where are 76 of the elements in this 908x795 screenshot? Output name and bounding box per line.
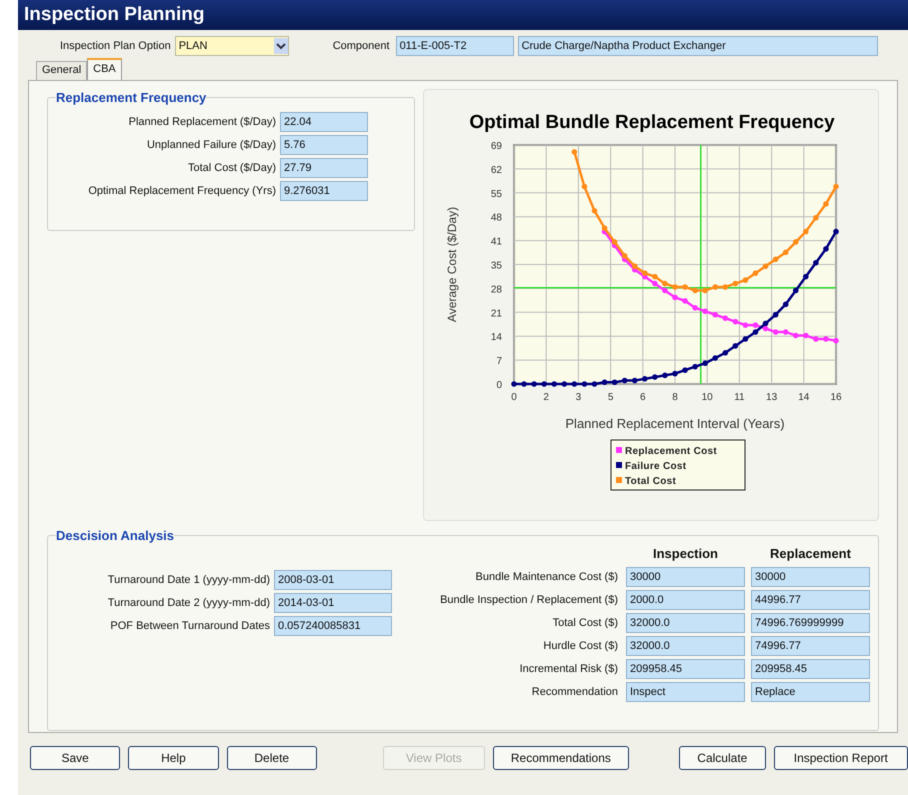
field-label: Recommendation — [532, 684, 618, 700]
field-label: Incremental Risk ($) — [520, 662, 618, 677]
x-tick-label: 13 — [766, 392, 778, 403]
y-tick-label: 35 — [490, 260, 502, 272]
field-label: Planned Replacement ($/Day) — [128, 114, 276, 130]
y-tick-label: 21 — [490, 308, 502, 320]
y-tick-label: 55 — [490, 188, 502, 200]
y-tick-label: 41 — [490, 236, 502, 248]
value-field[interactable]: 44996.77 — [751, 590, 870, 610]
x-tick-label: 14 — [798, 392, 810, 403]
field-label: Unplanned Failure ($/Day) — [146, 138, 276, 153]
value-field[interactable]: 32000.0 — [626, 613, 745, 633]
chart-title: Optimal Bundle Replacement Frequency — [469, 112, 835, 133]
value-field[interactable]: 30000 — [626, 567, 745, 587]
value-field[interactable]: Crude Charge/Naptha Product Exchanger — [518, 36, 878, 56]
value-field[interactable]: 2008-03-01 — [274, 570, 392, 590]
field-label: Component — [332, 38, 390, 54]
field-label: Bundle Maintenance Cost ($) — [476, 570, 618, 585]
value-field[interactable]: 2000.0 — [626, 590, 745, 610]
action-button[interactable]: Inspection Report — [774, 746, 908, 770]
tab[interactable]: CBA — [87, 58, 122, 80]
legend-label: Total Cost — [625, 476, 676, 487]
action-button[interactable]: Calculate — [679, 746, 766, 770]
x-tick-label: 5 — [608, 392, 614, 403]
y-tick-label: 7 — [496, 356, 502, 368]
value-field[interactable]: 27.79 — [280, 158, 368, 178]
field-label: Optimal Replacement Frequency (Yrs) — [88, 184, 276, 199]
x-tick-label: 3 — [576, 392, 582, 403]
tab[interactable]: General — [36, 61, 88, 80]
action-button[interactable]: Save — [30, 746, 120, 770]
value-field[interactable]: 209958.45 — [751, 659, 870, 679]
field-label: Bundle Inspection / Replacement ($) — [440, 592, 618, 608]
value-field[interactable]: 9.276031 — [280, 181, 368, 201]
y-axis-label: Average Cost ($/Day) — [445, 206, 459, 322]
value-field[interactable]: 74996.769999999 — [751, 613, 870, 633]
x-tick-label: 6 — [640, 392, 646, 403]
value-field[interactable]: 011-E-005-T2 — [396, 36, 514, 56]
x-axis-label: Planned Replacement Interval (Years) — [565, 416, 785, 431]
value-field[interactable]: 2014-03-01 — [274, 593, 392, 613]
legend-label: Replacement Cost — [625, 446, 718, 457]
x-tick-label: 0 — [511, 392, 517, 403]
value-field[interactable]: 74996.77 — [751, 636, 870, 656]
y-tick-label: 69 — [490, 141, 502, 152]
field-label: POF Between Turnaround Dates — [110, 618, 270, 634]
legend-label: Failure Cost — [625, 461, 686, 472]
field-label: Total Cost ($/Day) — [188, 160, 276, 176]
action-button[interactable]: Recommendations — [492, 746, 630, 770]
x-tick-label: 11 — [734, 392, 745, 403]
value-field[interactable]: Replace — [751, 682, 870, 702]
y-tick-label: 14 — [490, 332, 502, 344]
x-tick-label: 16 — [830, 392, 842, 403]
field-label: Hurdle Cost ($) — [543, 638, 618, 654]
field-label: Turnaround Date 1 (yyyy-mm-dd) — [108, 572, 270, 588]
action-button[interactable]: Delete — [226, 746, 317, 770]
value-field[interactable]: 22.04 — [280, 112, 368, 132]
window-title: Inspection Planning — [18, 0, 908, 30]
value-field[interactable]: 32000.0 — [626, 636, 745, 656]
y-tick-label: 0 — [496, 380, 502, 391]
x-tick-label: 8 — [672, 392, 678, 403]
value-field[interactable]: Inspect — [626, 682, 745, 702]
action-button[interactable]: Help — [128, 746, 219, 770]
value-field[interactable]: 30000 — [751, 567, 870, 587]
y-tick-label: 28 — [490, 284, 502, 296]
x-tick-label: 2 — [543, 392, 549, 403]
field-label: Turnaround Date 2 (yyyy-mm-dd) — [108, 596, 270, 611]
field-label: Inspection Plan Option — [60, 38, 171, 54]
field-label: Total Cost ($) — [552, 616, 618, 631]
y-tick-label: 48 — [490, 212, 502, 224]
column-header: Inspection — [652, 545, 719, 564]
plan-option-dropdown[interactable]: PLAN — [174, 36, 289, 56]
y-tick-label: 62 — [490, 164, 502, 176]
x-tick-label: 10 — [702, 392, 713, 403]
value-field[interactable]: 5.76 — [280, 135, 368, 155]
column-header: Replacement — [769, 545, 852, 564]
value-field[interactable]: 0.057240085831 — [274, 616, 392, 636]
value-field[interactable]: 209958.45 — [626, 659, 745, 679]
